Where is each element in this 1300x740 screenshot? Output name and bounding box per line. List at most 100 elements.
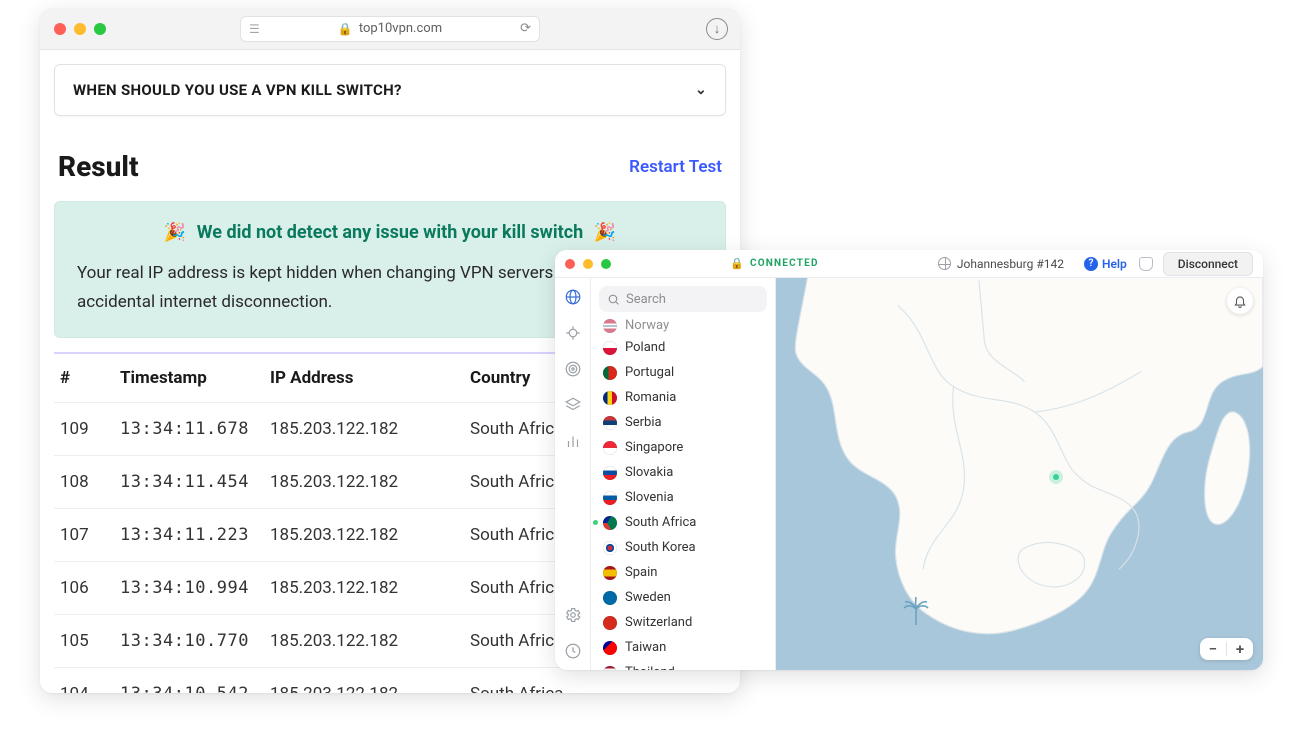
search-placeholder: Search <box>626 292 666 307</box>
server-pin[interactable] <box>1049 470 1063 484</box>
cell-timestamp: 13:34:11.454 <box>114 455 264 508</box>
country-label: Taiwan <box>625 640 666 655</box>
country-item-spain[interactable]: Spain <box>591 560 775 585</box>
app-titlebar: 🔒 CONNECTED Johannesburg #142 ? Help Dis… <box>555 250 1263 278</box>
cell-index: 104 <box>54 667 114 693</box>
map-svg <box>776 278 1263 670</box>
zoom-window-button[interactable] <box>94 23 106 35</box>
country-label: Poland <box>625 340 665 355</box>
notifications-button[interactable] <box>1227 288 1253 314</box>
server-location[interactable]: Johannesburg #142 <box>938 257 1064 271</box>
country-item-slovenia[interactable]: Slovenia <box>591 485 775 510</box>
zoom-in-button[interactable]: + <box>1227 640 1253 658</box>
cell-timestamp: 13:34:11.678 <box>114 402 264 455</box>
sidebar-toggle-icon[interactable]: ☰ <box>249 22 260 36</box>
bell-icon <box>1233 294 1247 308</box>
downloads-button[interactable]: ↓ <box>706 18 728 40</box>
cell-ip: 185.203.122.182 <box>264 667 464 693</box>
country-label: South Africa <box>625 515 696 530</box>
minimize-window-button[interactable] <box>74 23 86 35</box>
country-item-thailand[interactable]: Thailand <box>591 660 775 670</box>
vpn-app-window: 🔒 CONNECTED Johannesburg #142 ? Help Dis… <box>555 250 1263 670</box>
country-item-serbia[interactable]: Serbia <box>591 410 775 435</box>
cell-country: South Africa <box>464 667 726 693</box>
country-item-poland[interactable]: Poland <box>591 335 775 360</box>
cell-index: 106 <box>54 561 114 614</box>
cell-timestamp: 13:34:10.542 <box>114 667 264 693</box>
flag-icon <box>603 341 617 355</box>
close-window-button[interactable] <box>565 259 575 269</box>
faq-title: WHEN SHOULD YOU USE A VPN KILL SWITCH? <box>73 81 402 99</box>
callout-headline: We did not detect any issue with your ki… <box>197 222 583 243</box>
col-index: # <box>54 353 114 403</box>
nav-settings-icon[interactable] <box>564 606 582 624</box>
zoom-window-button[interactable] <box>601 259 611 269</box>
country-label: Singapore <box>625 440 683 455</box>
country-item-singapore[interactable]: Singapore <box>591 435 775 460</box>
zoom-controls: − + <box>1200 638 1253 660</box>
nav-crosshair-icon[interactable] <box>564 324 582 342</box>
country-label: Portugal <box>625 365 674 380</box>
cell-ip: 185.203.122.182 <box>264 508 464 561</box>
country-label: Switzerland <box>625 615 692 630</box>
help-link[interactable]: ? Help <box>1084 257 1127 271</box>
flag-icon <box>603 319 617 333</box>
flag-icon <box>603 466 617 480</box>
refresh-icon[interactable]: ⟳ <box>520 21 531 36</box>
country-item-romania[interactable]: Romania <box>591 385 775 410</box>
nav-activity-icon[interactable] <box>564 642 582 660</box>
minimize-window-button[interactable] <box>583 259 593 269</box>
flag-icon <box>603 641 617 655</box>
result-heading: Result <box>58 150 139 183</box>
country-item-slovakia[interactable]: Slovakia <box>591 460 775 485</box>
close-window-button[interactable] <box>54 23 66 35</box>
col-timestamp: Timestamp <box>114 353 264 403</box>
country-item-norway[interactable]: Norway <box>591 318 775 335</box>
country-label: Romania <box>625 390 676 405</box>
country-label: Serbia <box>625 415 662 430</box>
cell-timestamp: 13:34:10.994 <box>114 561 264 614</box>
cell-index: 109 <box>54 402 114 455</box>
address-bar[interactable]: ☰ 🔒 top10vpn.com ⟳ <box>240 16 540 42</box>
chevron-down-icon: ⌄ <box>695 82 707 98</box>
app-window-controls <box>565 259 611 269</box>
restart-test-link[interactable]: Restart Test <box>629 157 722 177</box>
browser-titlebar: ☰ 🔒 top10vpn.com ⟳ ↓ <box>40 8 740 50</box>
search-input[interactable]: Search <box>599 286 767 312</box>
app-iconbar <box>555 278 591 670</box>
lock-icon: 🔒 <box>730 257 744 270</box>
party-popper-icon: 🎉 <box>164 222 186 243</box>
country-item-portugal[interactable]: Portugal <box>591 360 775 385</box>
country-item-south-korea[interactable]: South Korea <box>591 535 775 560</box>
nav-layers-icon[interactable] <box>564 396 582 414</box>
search-icon <box>607 293 620 306</box>
nav-globe-icon[interactable] <box>564 288 582 306</box>
map[interactable]: − + <box>776 278 1263 670</box>
cell-ip: 185.203.122.182 <box>264 455 464 508</box>
country-list[interactable]: Norway Poland Portugal Romania Serbia Singapo… <box>591 316 775 670</box>
country-label: South Korea <box>625 540 696 555</box>
country-label: Norway <box>625 318 669 333</box>
nav-stats-icon[interactable] <box>564 432 582 450</box>
download-icon: ↓ <box>714 21 721 37</box>
table-row: 10413:34:10.542185.203.122.182South Afri… <box>54 667 726 693</box>
flag-icon <box>603 516 617 530</box>
country-item-switzerland[interactable]: Switzerland <box>591 610 775 635</box>
disconnect-button[interactable]: Disconnect <box>1163 252 1253 276</box>
country-item-sweden[interactable]: Sweden <box>591 585 775 610</box>
country-label: Slovakia <box>625 465 673 480</box>
country-item-taiwan[interactable]: Taiwan <box>591 635 775 660</box>
nav-target-icon[interactable] <box>564 360 582 378</box>
country-panel: Search Norway Poland Portugal Romania Serbia… <box>591 278 776 670</box>
faq-accordion[interactable]: WHEN SHOULD YOU USE A VPN KILL SWITCH? ⌄ <box>54 64 726 116</box>
zoom-out-button[interactable]: − <box>1200 640 1226 658</box>
flag-icon <box>603 566 617 580</box>
flag-icon <box>603 366 617 380</box>
cell-index: 107 <box>54 508 114 561</box>
country-label: Slovenia <box>625 490 674 505</box>
cell-timestamp: 13:34:11.223 <box>114 508 264 561</box>
country-item-south-africa[interactable]: South Africa <box>591 510 775 535</box>
cell-index: 105 <box>54 614 114 667</box>
cell-ip: 185.203.122.182 <box>264 561 464 614</box>
shield-icon[interactable] <box>1139 257 1153 271</box>
